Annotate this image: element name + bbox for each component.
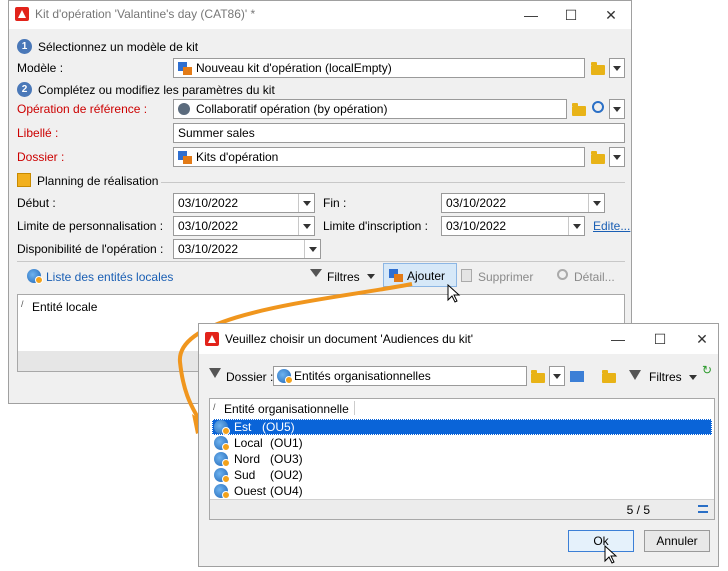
globe-icon [277, 369, 293, 384]
sort-icon: / [213, 402, 216, 412]
refresh-icon[interactable]: ↻ [702, 363, 712, 377]
list-item[interactable]: Sud (OU2) [212, 467, 712, 483]
org-entities-grid[interactable]: / Entité organisationnelle Est (OU5) Loc… [209, 398, 715, 520]
ok-button[interactable]: Ok [568, 530, 634, 552]
globe-icon [214, 436, 230, 451]
list-item[interactable]: Ouest (OU4) [212, 483, 712, 499]
dialog-close-button[interactable]: ✕ [688, 329, 716, 349]
mouse-cursor-icon [604, 545, 618, 564]
org-grid-footer: 5 / 5 [210, 499, 714, 519]
row-count: 5 / 5 [626, 503, 650, 517]
row-code: (OU3) [270, 452, 303, 466]
dialog-titlebar: Veuillez choisir un document 'Audiences … [199, 324, 718, 354]
row-name: Est [234, 420, 252, 434]
row-name: Nord [234, 452, 261, 466]
list-item[interactable]: Nord (OU3) [212, 451, 712, 467]
dialog-dossier-value: Entités organisationnelles [294, 369, 431, 383]
row-name: Local [234, 436, 263, 450]
dialog-filtres-button[interactable]: Filtres [649, 370, 682, 384]
dialog-minimize-button[interactable]: — [604, 329, 632, 349]
row-code: (OU4) [270, 484, 303, 498]
choose-document-dialog: Veuillez choisir un document 'Audiences … [198, 323, 719, 567]
list-item[interactable]: Local (OU1) [212, 435, 712, 451]
dialog-title: Veuillez choisir un document 'Audiences … [225, 332, 474, 346]
globe-icon [214, 468, 230, 483]
globe-icon [214, 420, 230, 435]
folder-icon[interactable] [531, 370, 545, 383]
row-code: (OU5) [262, 420, 295, 434]
dialog-dossier-field[interactable]: Entités organisationnelles [273, 366, 527, 386]
row-name: Sud [234, 468, 256, 482]
globe-icon [214, 452, 230, 467]
annuler-button[interactable]: Annuler [644, 530, 710, 552]
row-code: (OU2) [270, 468, 303, 482]
mouse-cursor-icon [447, 284, 461, 303]
dialog-dossier-dropdown[interactable] [549, 366, 565, 386]
app-logo-icon [205, 332, 219, 346]
list-menu-icon[interactable] [698, 505, 708, 513]
row-code: (OU1) [270, 436, 303, 450]
chevron-down-icon[interactable] [689, 375, 697, 380]
row-name: Ouest [234, 484, 267, 498]
list-item[interactable]: Est (OU5) [212, 419, 712, 435]
header-divider [354, 401, 355, 415]
dialog-maximize-button[interactable]: ☐ [646, 329, 674, 349]
filter-icon [209, 368, 221, 378]
folder-up-icon[interactable] [570, 371, 584, 382]
globe-icon [214, 484, 230, 499]
filter-icon[interactable] [629, 370, 641, 380]
org-column-header[interactable]: Entité organisationnelle [224, 402, 349, 416]
open-folder-icon[interactable] [602, 370, 616, 383]
dialog-dossier-label: Dossier : [226, 370, 274, 384]
